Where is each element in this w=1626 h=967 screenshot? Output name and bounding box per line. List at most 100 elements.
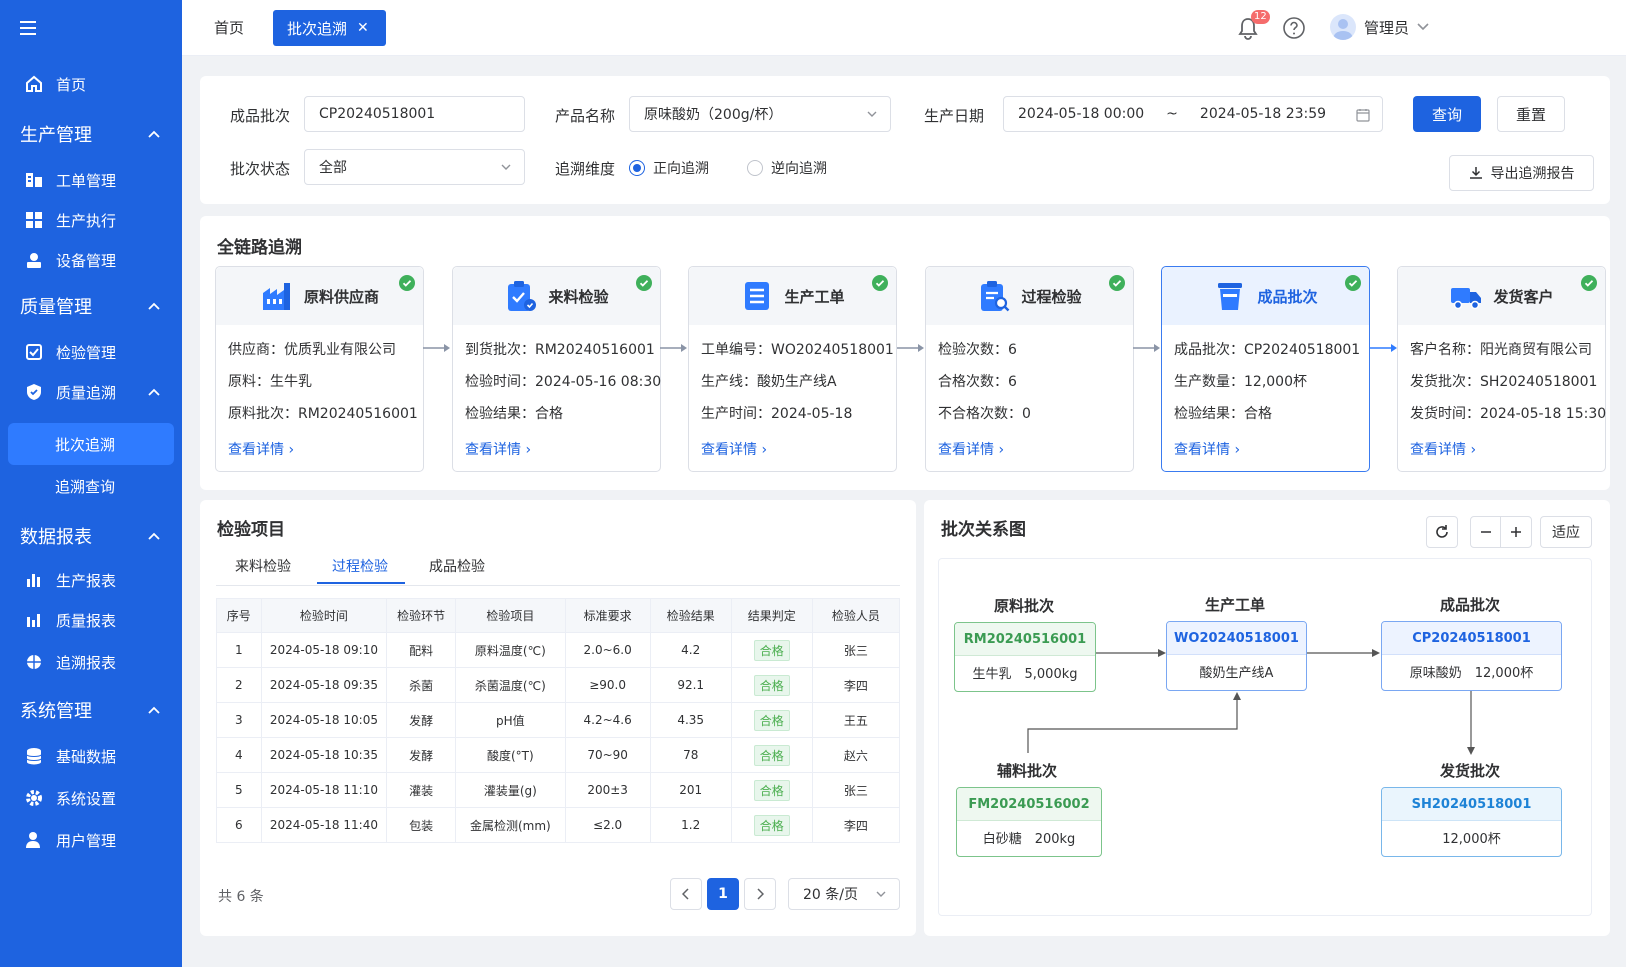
sidebar-item-work-order[interactable]: 工单管理: [8, 160, 174, 200]
ship-batch-node[interactable]: SH20240518001 12,000杯: [1381, 787, 1562, 857]
export-report-button[interactable]: 导出追溯报告: [1449, 155, 1594, 191]
node-row: 检验结果：合格: [465, 406, 563, 422]
sidebar-item-home[interactable]: 首页: [8, 64, 174, 104]
view-detail-link[interactable]: 查看详情 ›: [1410, 439, 1476, 459]
batch-input[interactable]: CP20240518001: [304, 96, 525, 132]
reset-button[interactable]: 重置: [1497, 96, 1565, 132]
batch-desc: 酸奶生产线A: [1199, 666, 1274, 681]
radio-backward[interactable]: 逆向追溯: [747, 158, 827, 178]
view-detail-link[interactable]: 查看详情 ›: [1174, 439, 1240, 459]
view-detail-link[interactable]: 查看详情 ›: [228, 439, 294, 459]
table-cell: 李四: [811, 807, 901, 843]
sidebar-item-label: 首页: [56, 75, 87, 94]
sidebar-item-label: 工单管理: [56, 171, 117, 190]
bar-chart-icon: [24, 570, 44, 590]
sidebar-item-settings[interactable]: 系统设置: [8, 778, 174, 818]
sidebar-item-production-exec[interactable]: 生产执行: [8, 200, 174, 240]
sidebar-item-production-report[interactable]: 生产报表: [8, 560, 174, 600]
radio-label: 逆向追溯: [771, 161, 827, 177]
node-row: 到货批次：RM20240516001: [465, 342, 655, 358]
node-row: 原料：生牛乳: [228, 374, 312, 390]
inspection-table: 序号 检验时间 检验环节 检验项目 标准要求 检验结果 结果判定 检验人员 1 …: [216, 598, 901, 843]
sidebar-item-batch-trace[interactable]: 批次追溯: [8, 423, 174, 465]
radio-forward[interactable]: 正向追溯: [629, 158, 709, 178]
table-cell: 5: [216, 772, 262, 808]
tab-process-inspection[interactable]: 过程检验: [332, 556, 388, 576]
date-range-picker[interactable]: 2024-05-18 00:00 ~ 2024-05-18 23:59: [1003, 96, 1383, 132]
tab-home[interactable]: 首页: [214, 17, 244, 38]
sidebar-item-label: 追溯报表: [56, 653, 117, 672]
close-icon[interactable]: ✕: [357, 20, 369, 36]
page-number-button[interactable]: 1: [707, 878, 739, 910]
sidebar-item-label: 生产执行: [56, 211, 117, 230]
aux-batch-node[interactable]: FM20240516002 白砂糖 200kg: [956, 787, 1102, 857]
sidebar-item-users[interactable]: 用户管理: [8, 820, 174, 860]
page-size-select[interactable]: 20 条/页: [788, 878, 900, 910]
fit-button[interactable]: 适应: [1540, 516, 1592, 548]
product-select[interactable]: 原味酸奶（200g/杯）: [629, 96, 891, 132]
chevron-up-icon: [148, 130, 160, 138]
table-cell: 发酵: [386, 737, 457, 773]
tab-batch-trace[interactable]: 批次追溯 ✕: [273, 10, 386, 46]
zoom-out-button[interactable]: [1471, 517, 1502, 547]
table-cell: 2: [216, 667, 262, 703]
user-menu[interactable]: 管理员: [1330, 14, 1429, 40]
chevron-down-icon: [866, 108, 878, 120]
view-detail-link[interactable]: 查看详情 ›: [465, 439, 531, 459]
sidebar-group-system[interactable]: 系统管理: [0, 690, 182, 730]
user-name: 管理员: [1364, 18, 1410, 37]
chevron-left-icon: [682, 888, 689, 900]
table-cell: 灌装量(g): [455, 772, 566, 808]
prev-page-button[interactable]: [670, 878, 702, 910]
notification-badge: 12: [1251, 10, 1270, 24]
table-cell: 4.2~4.6: [564, 702, 651, 738]
tab-incoming-inspection[interactable]: 来料检验: [235, 556, 291, 576]
raw-batch-node[interactable]: RM20240516001 生牛乳 5,000kg: [954, 622, 1096, 692]
check-circle-icon: [1581, 275, 1597, 291]
chain-node-finished-batch: 成品批次 成品批次：CP20240518001 生产数量：12,000杯 检验结…: [1161, 266, 1370, 472]
sidebar-item-trace-report[interactable]: 追溯报表: [8, 642, 174, 682]
view-detail-link[interactable]: 查看详情 ›: [701, 439, 767, 459]
table-cell: 包装: [386, 807, 457, 843]
batch-code: WO20240518001: [1167, 622, 1306, 655]
sidebar-group-reports[interactable]: 数据报表: [0, 516, 182, 556]
table-row: 6 2024-05-18 11:40 包装 金属检测(mm) ≤2.0 1.2 …: [216, 807, 901, 843]
table-cell: 赵六: [811, 737, 901, 773]
sidebar-item-quality-trace[interactable]: 质量追溯: [8, 372, 174, 412]
menu-toggle-icon[interactable]: [18, 18, 38, 38]
chain-node-work-order: 生产工单 工单编号：WO20240518001 生产线：酸奶生产线A 生产时间：…: [688, 266, 897, 472]
batch-label: 成品批次: [230, 107, 291, 125]
sidebar-item-label: 检验管理: [56, 343, 117, 362]
sidebar-item-base-data[interactable]: 基础数据: [8, 736, 174, 776]
work-order-node[interactable]: WO20240518001 酸奶生产线A: [1166, 621, 1307, 691]
table-cell: 3: [216, 702, 262, 738]
sidebar-item-label: 生产报表: [56, 571, 117, 590]
refresh-icon: [1436, 525, 1448, 538]
sidebar-item-trace-query[interactable]: 追溯查询: [8, 466, 174, 506]
table-cell: 70~90: [564, 737, 651, 773]
batch-code: CP20240518001: [1382, 622, 1561, 655]
equipment-icon: [24, 250, 44, 270]
status-select[interactable]: 全部: [304, 149, 525, 185]
view-detail-link[interactable]: 查看详情 ›: [938, 439, 1004, 459]
refresh-button[interactable]: [1426, 516, 1458, 548]
sidebar-item-equipment[interactable]: 设备管理: [8, 240, 174, 280]
zoom-in-button[interactable]: [1501, 517, 1531, 547]
sidebar-item-inspection[interactable]: 检验管理: [8, 332, 174, 372]
calendar-icon: [1356, 108, 1370, 122]
sidebar-item-quality-report[interactable]: 质量报表: [8, 600, 174, 640]
column-header: 检验人员: [811, 598, 901, 633]
sidebar-group-production[interactable]: 生产管理: [0, 114, 182, 154]
bar-chart-icon: [24, 610, 44, 630]
next-page-button[interactable]: [744, 878, 776, 910]
table-cell: 金属检测(mm): [455, 807, 566, 843]
column-header: 检验结果: [649, 598, 732, 633]
tab-finished-inspection[interactable]: 成品检验: [429, 556, 485, 576]
help-icon[interactable]: [1282, 16, 1306, 40]
product-select-value: 原味酸奶（200g/杯）: [644, 107, 783, 123]
query-button[interactable]: 查询: [1413, 96, 1481, 132]
date-end: 2024-05-18 23:59: [1199, 106, 1327, 122]
sidebar-group-quality[interactable]: 质量管理: [0, 286, 182, 326]
finished-batch-node[interactable]: CP20240518001 原味酸奶 12,000杯: [1381, 621, 1562, 691]
node-header: 生产工单: [689, 267, 896, 325]
